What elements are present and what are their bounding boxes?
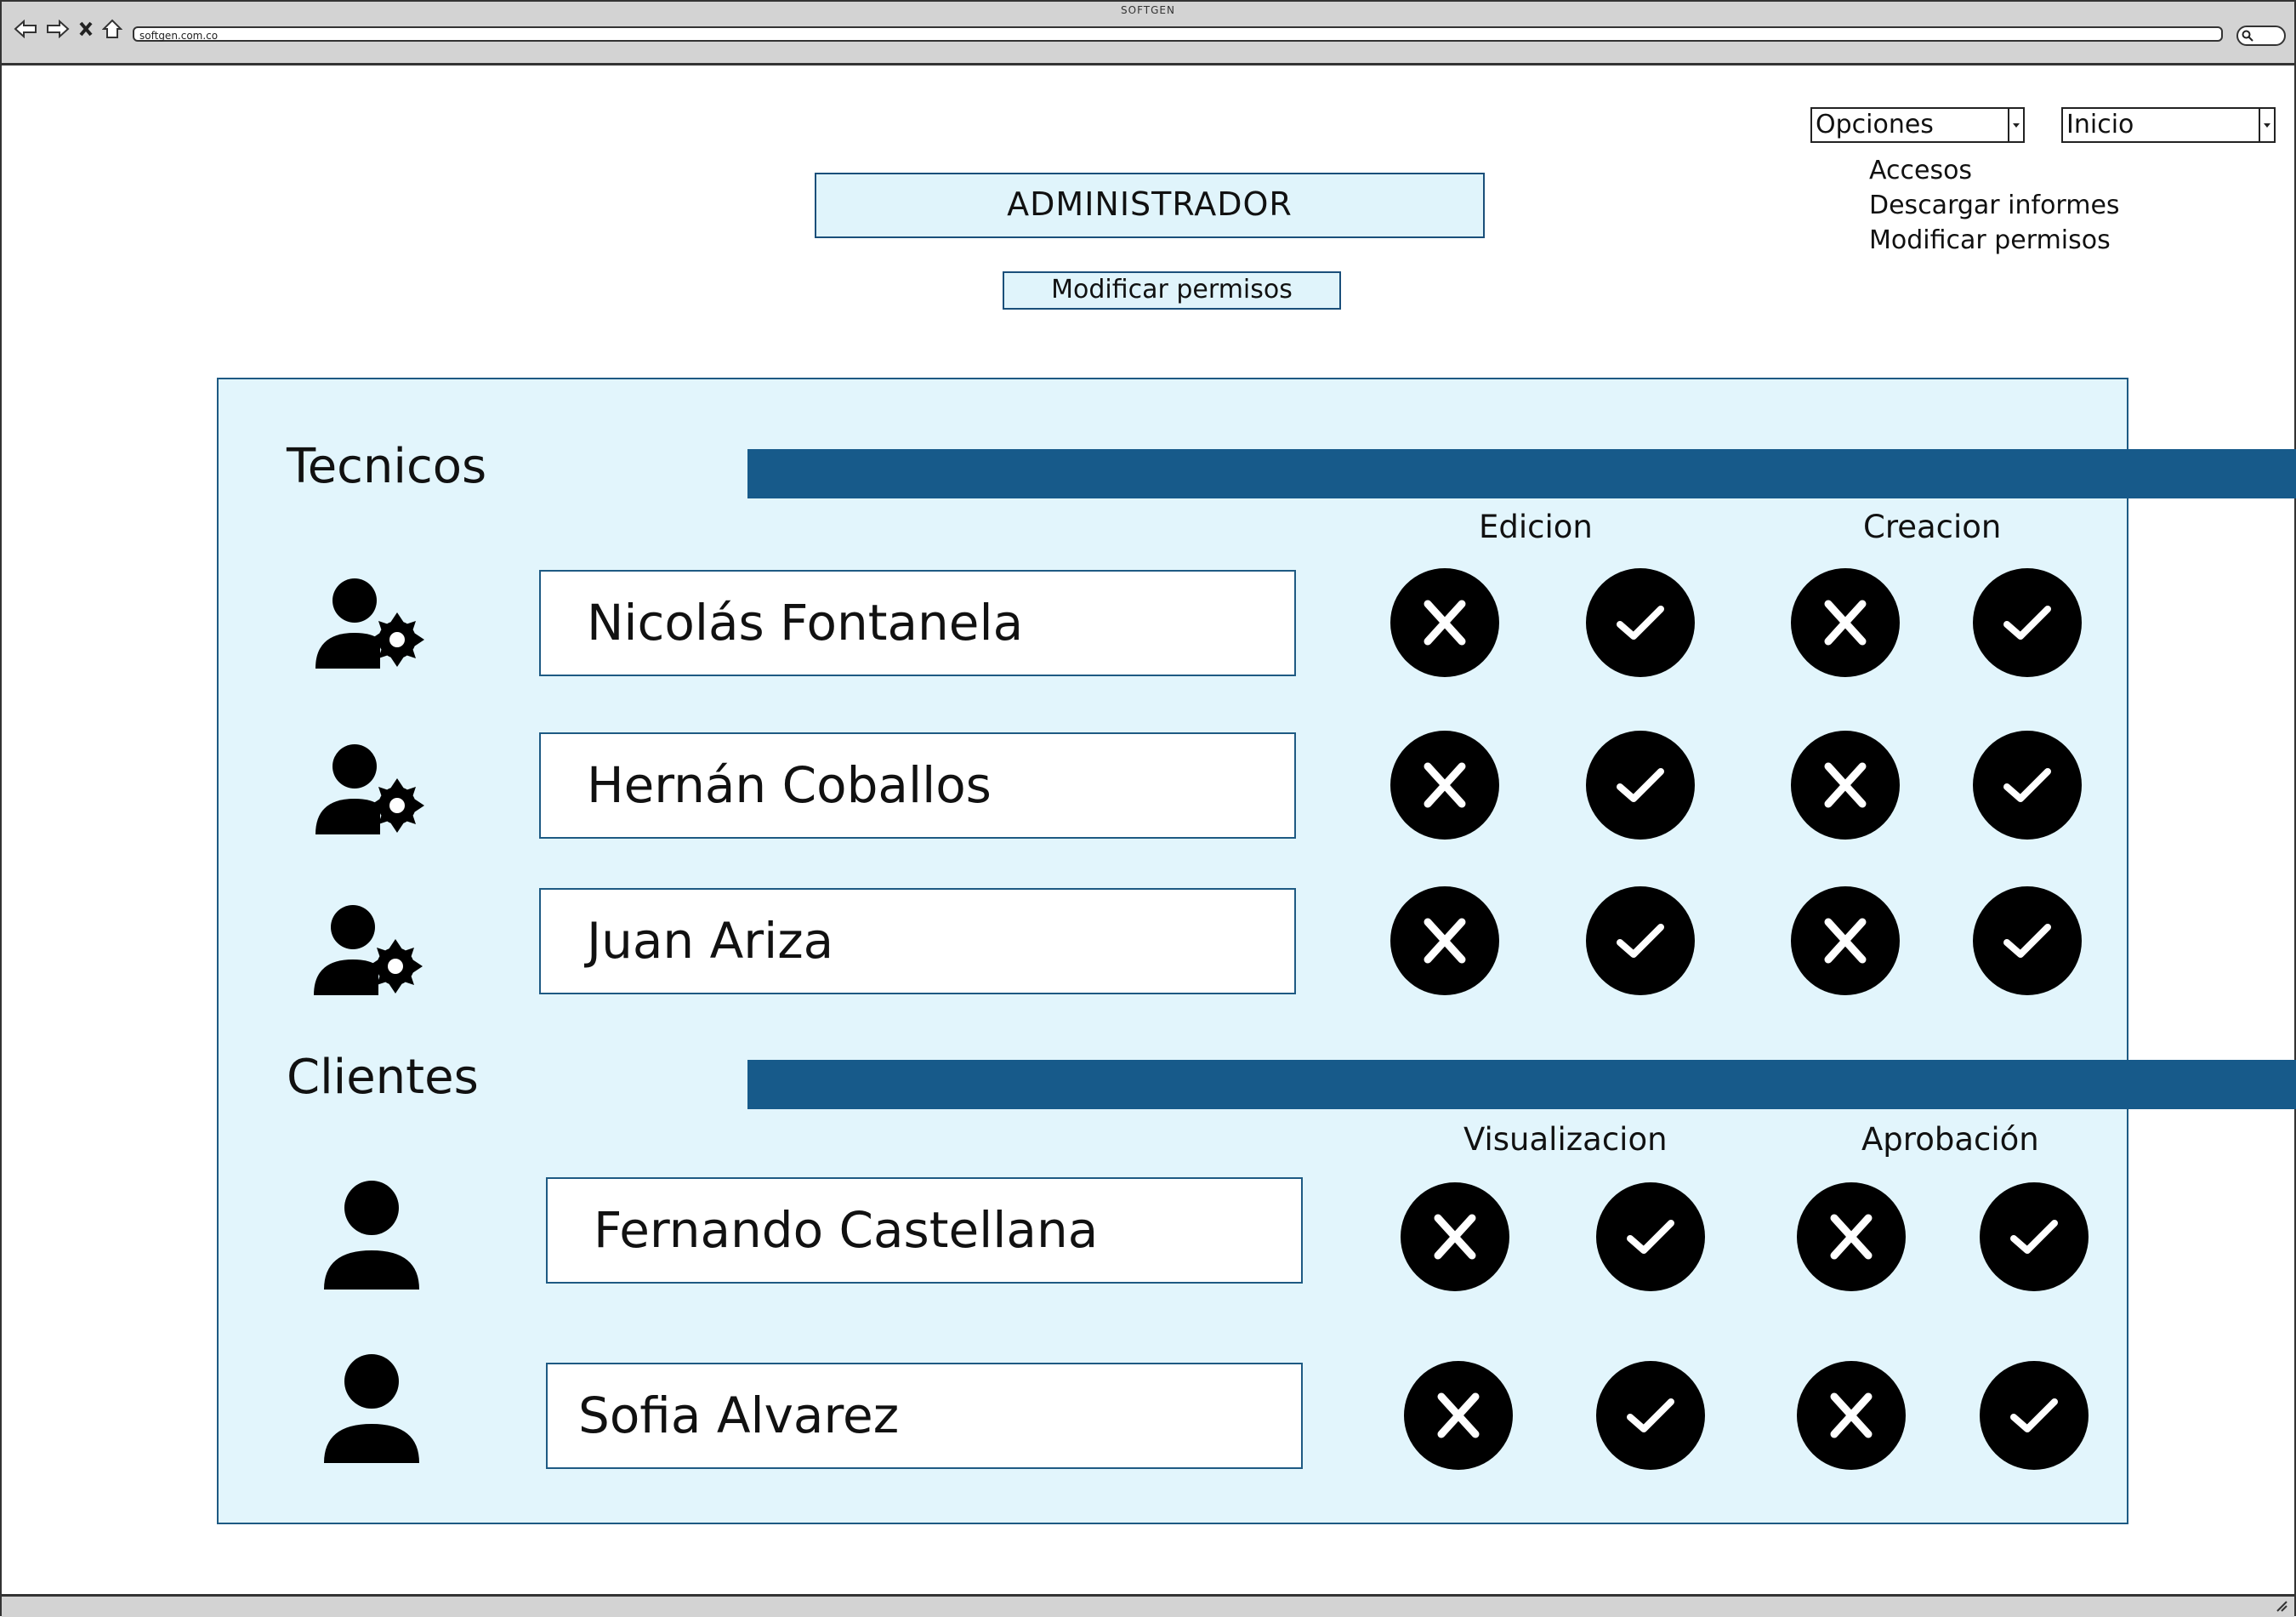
chevron-down-icon — [2259, 109, 2274, 141]
allow-button[interactable] — [1596, 1182, 1705, 1291]
x-circle-icon — [1824, 762, 1867, 808]
deny-button[interactable] — [1791, 568, 1900, 677]
deny-button[interactable] — [1791, 731, 1900, 840]
x-circle-icon — [1437, 1392, 1480, 1438]
cliente-name-field[interactable]: Fernando Castellana — [546, 1177, 1303, 1284]
menu-item-accesos[interactable]: Accesos — [1869, 153, 2120, 188]
check-circle-icon — [2010, 1398, 2058, 1432]
check-circle-icon — [1627, 1398, 1674, 1432]
x-circle-icon — [1824, 600, 1867, 646]
inicio-dropdown-label: Inicio — [2066, 110, 2134, 139]
inicio-dropdown[interactable]: Inicio — [2061, 107, 2276, 143]
check-circle-icon — [1617, 768, 1664, 802]
tecnico-name-field[interactable]: Hernán Coballos — [539, 732, 1296, 839]
allow-button[interactable] — [1973, 731, 2082, 840]
back-icon[interactable] — [14, 20, 37, 38]
x-circle-icon — [1830, 1214, 1873, 1260]
check-circle-icon — [1617, 924, 1664, 958]
nav-controls — [14, 19, 122, 39]
allow-button[interactable] — [1596, 1361, 1705, 1470]
clientes-section-bar — [747, 1060, 2296, 1109]
creacion-column-header: Creacion — [1863, 509, 2002, 545]
check-circle-icon — [1617, 606, 1664, 640]
tecnico-name-field[interactable]: Nicolás Fontanela — [539, 570, 1296, 676]
allow-button[interactable] — [1586, 568, 1695, 677]
browser-window: SOFTGEN softgen.com.co Opciones Inicio A… — [0, 0, 2296, 1617]
deny-button[interactable] — [1404, 1361, 1513, 1470]
tecnicos-title: Tecnicos — [287, 439, 487, 494]
cliente-name-field[interactable]: Sofia Alvarez — [546, 1363, 1303, 1469]
menu-item-descargar-informes[interactable]: Descargar informes — [1869, 188, 2120, 223]
search-icon — [2242, 30, 2253, 42]
deny-button[interactable] — [1797, 1361, 1906, 1470]
visualizacion-column-header: Visualizacion — [1463, 1121, 1668, 1158]
deny-button[interactable] — [1791, 886, 1900, 995]
check-circle-icon — [1627, 1220, 1674, 1254]
x-circle-icon — [1424, 600, 1466, 646]
check-circle-icon — [2010, 1220, 2058, 1254]
url-bar[interactable]: softgen.com.co — [133, 26, 2223, 42]
page-title: ADMINISTRADOR — [815, 173, 1485, 238]
check-circle-icon — [2003, 768, 2051, 802]
opciones-menu: Accesos Descargar informes Modificar per… — [1869, 153, 2120, 258]
browser-search[interactable] — [2236, 26, 2286, 46]
deny-button[interactable] — [1390, 886, 1499, 995]
close-icon[interactable] — [78, 20, 94, 37]
x-circle-icon — [1824, 918, 1867, 964]
check-circle-icon — [2003, 924, 2051, 958]
x-circle-icon — [1424, 762, 1466, 808]
aprobacion-column-header: Aprobación — [1861, 1121, 2039, 1158]
modificar-permisos-button[interactable]: Modificar permisos — [1003, 271, 1341, 310]
allow-button[interactable] — [1973, 886, 2082, 995]
browser-titlebar: SOFTGEN softgen.com.co — [2, 2, 2294, 65]
user-gear-icon — [315, 578, 424, 669]
clientes-title: Clientes — [287, 1050, 479, 1105]
deny-button[interactable] — [1390, 731, 1499, 840]
chevron-down-icon — [2008, 109, 2023, 141]
deny-button[interactable] — [1401, 1182, 1509, 1291]
allow-button[interactable] — [1980, 1182, 2089, 1291]
user-icon — [324, 1354, 419, 1463]
home-icon[interactable] — [102, 19, 122, 39]
user-icon — [324, 1181, 419, 1290]
permissions-panel: Tecnicos Edicion Creacion Nicolás Fontan… — [217, 378, 2296, 1524]
tecnicos-section-bar — [747, 449, 2296, 498]
opciones-dropdown-label: Opciones — [1816, 110, 1934, 139]
edicion-column-header: Edicion — [1479, 509, 1593, 545]
opciones-dropdown[interactable]: Opciones — [1810, 107, 2025, 143]
x-circle-icon — [1830, 1392, 1873, 1438]
window-title: SOFTGEN — [1121, 4, 1175, 16]
x-circle-icon — [1424, 918, 1466, 964]
x-circle-icon — [1434, 1214, 1476, 1260]
menu-item-modificar-permisos[interactable]: Modificar permisos — [1869, 223, 2120, 258]
allow-button[interactable] — [1586, 886, 1695, 995]
deny-button[interactable] — [1797, 1182, 1906, 1291]
allow-button[interactable] — [1586, 731, 1695, 840]
tecnico-name-field[interactable]: Juan Ariza — [539, 888, 1296, 994]
allow-button[interactable] — [1973, 568, 2082, 677]
forward-icon[interactable] — [46, 20, 70, 38]
user-gear-icon — [315, 744, 424, 834]
allow-button[interactable] — [1980, 1361, 2089, 1470]
check-circle-icon — [2003, 606, 2051, 640]
user-gear-icon — [314, 905, 423, 995]
deny-button[interactable] — [1390, 568, 1499, 677]
browser-statusbar — [2, 1594, 2294, 1617]
resize-grip-icon[interactable] — [2274, 1598, 2287, 1612]
